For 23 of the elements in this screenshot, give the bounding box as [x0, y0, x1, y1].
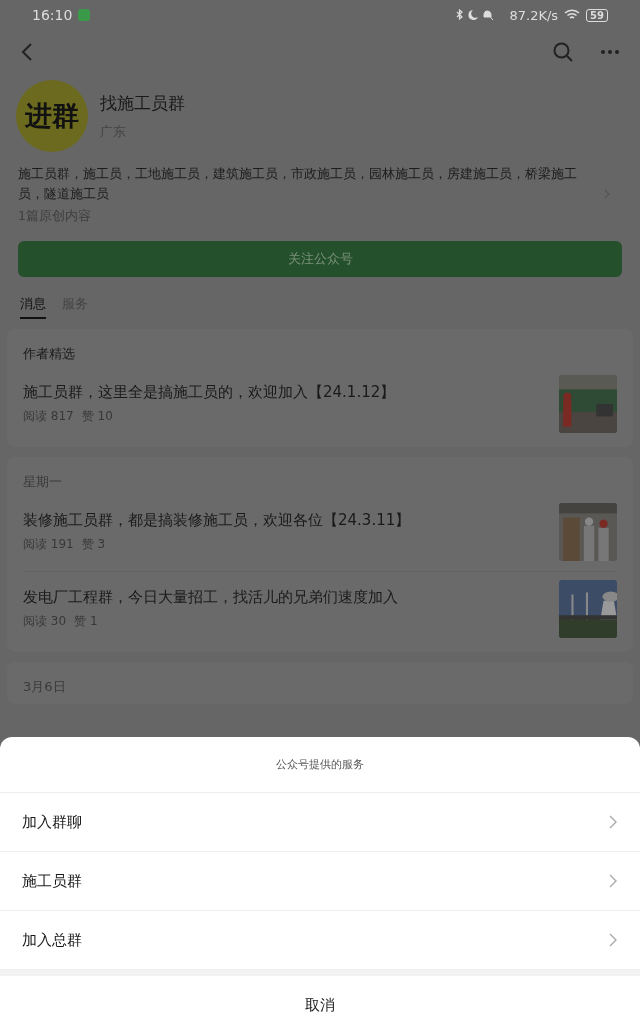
network-speed: 87.2K/s	[509, 7, 559, 23]
battery-level: 59	[586, 8, 608, 22]
section-title: 作者精选	[23, 345, 76, 363]
account-name: 找施工员群	[100, 92, 185, 115]
account-tags: 施工员群，施工员，工地施工员，建筑施工员，市政施工员，园林施工员，房建施工员，桥梁施工员，隧道施工员	[18, 164, 598, 204]
back-icon[interactable]	[20, 42, 34, 62]
chevron-icon	[608, 932, 618, 948]
chevron-icon	[608, 873, 618, 889]
chevron-icon	[608, 814, 618, 830]
service-item[interactable]: 加入群聊	[0, 793, 640, 852]
account-avatar: 进群	[16, 80, 88, 152]
status-time: 16:10	[32, 7, 73, 23]
article-title[interactable]: 发电厂工程群，今日大量招工，找活儿的兄弟们速度加入	[23, 588, 559, 607]
service-item[interactable]: 施工员群	[0, 852, 640, 911]
chat-app-icon	[78, 9, 91, 21]
article-title[interactable]: 施工员群，这里全是搞施工员的，欢迎加入【24.1.12】	[23, 383, 559, 402]
follow-button[interactable]: 关注公众号	[18, 241, 622, 277]
tab[interactable]: 消息	[20, 295, 46, 319]
search-icon[interactable]	[552, 41, 574, 63]
article-title[interactable]: 装修施工员群，都是搞装修施工员，欢迎各位【24.3.11】	[23, 511, 559, 530]
more-icon[interactable]	[600, 49, 620, 55]
sheet-title: 公众号提供的服务	[0, 737, 640, 793]
wifi-icon	[564, 9, 581, 21]
